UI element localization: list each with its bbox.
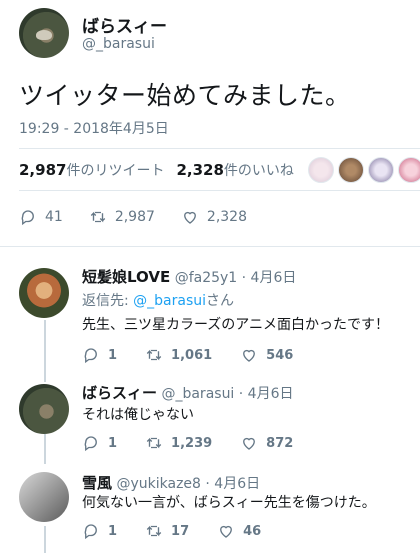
thread-line — [44, 434, 46, 464]
reply-count: 1 — [108, 435, 118, 451]
retweet-button[interactable]: 2,987 — [89, 208, 155, 226]
author-avatar[interactable] — [19, 8, 69, 58]
reply-display-name[interactable]: 短髪娘LOVE — [82, 268, 170, 286]
likes-count[interactable]: 2,328 — [176, 161, 223, 179]
like-count: 546 — [266, 347, 294, 363]
reply-icon — [84, 436, 97, 452]
liker-avatars — [308, 157, 420, 183]
tweet-text: ツイッター始めてみました。 — [19, 81, 351, 110]
reply-avatar[interactable] — [19, 268, 69, 318]
liker-avatar[interactable] — [308, 157, 334, 183]
avatar-bird-image — [36, 30, 52, 40]
engagement-stats: 2,987 件のリツイート 2,328 件のいいね — [19, 160, 306, 180]
reply-count: 41 — [45, 209, 63, 225]
retweets-label[interactable]: 件のリツイート — [66, 160, 164, 180]
reply-icon — [84, 524, 97, 540]
retweet-icon — [146, 437, 162, 449]
retweet-count: 1,239 — [171, 435, 213, 451]
reply-icon — [21, 210, 34, 226]
reply-button[interactable]: 1 — [82, 522, 117, 540]
divider — [19, 190, 420, 191]
retweet-button[interactable]: 1,061 — [145, 346, 212, 364]
heart-icon — [243, 349, 256, 362]
tweet-actions: 41 2,987 2,328 — [19, 208, 273, 226]
reply-text: 先生、三ツ星カラーズのアニメ面白かったです！ — [82, 317, 390, 333]
reply-header: 短髪娘LOVE @fa25y1 · 4月6日 — [82, 266, 296, 287]
heart-icon — [243, 437, 256, 450]
reply-handle[interactable]: @fa25y1 — [175, 270, 238, 286]
reply-text: それは俺じゃない — [82, 407, 194, 423]
author-handle[interactable]: @_barasui — [82, 36, 155, 52]
heart-icon — [220, 525, 233, 538]
reply-actions: 1 1,239 872 — [82, 434, 321, 452]
retweet-count: 1,061 — [171, 347, 213, 363]
reply-handle[interactable]: @yukikaze8 — [116, 476, 200, 492]
heart-icon — [183, 211, 196, 224]
retweets-count[interactable]: 2,987 — [19, 161, 66, 179]
reply-button[interactable]: 41 — [19, 208, 63, 226]
like-count: 872 — [266, 435, 294, 451]
like-button[interactable]: 2,328 — [181, 208, 247, 226]
reply-to-line: 返信先: @_barasuiさん — [82, 290, 234, 310]
liker-avatar[interactable] — [368, 157, 394, 183]
reply-actions: 1 17 46 — [82, 522, 289, 540]
reply-icon — [84, 348, 97, 364]
reply-avatar[interactable] — [19, 472, 69, 522]
divider — [19, 148, 420, 149]
reply-display-name[interactable]: ばらスィー — [82, 384, 157, 402]
retweet-button[interactable]: 17 — [145, 522, 189, 540]
reply-date[interactable]: · 4月6日 — [242, 270, 297, 286]
thread-line — [44, 320, 46, 382]
reply-button[interactable]: 1 — [82, 346, 117, 364]
reply-date[interactable]: · 4月6日 — [239, 386, 294, 402]
reply-display-name[interactable]: 雪風 — [82, 474, 112, 492]
reply-text: 何気ない一言が、ばらスィー先生を傷つけた。 — [82, 495, 376, 511]
reply-avatar[interactable] — [19, 384, 69, 434]
reply-to-suffix: さん — [206, 293, 235, 309]
author-display-name[interactable]: ばらスィー — [82, 12, 167, 37]
like-count: 2,328 — [206, 209, 248, 225]
reply-count: 1 — [108, 523, 118, 539]
like-button[interactable]: 872 — [240, 434, 293, 452]
reply-header: ばらスィー @_barasui · 4月6日 — [82, 382, 294, 403]
reply-button[interactable]: 1 — [82, 434, 117, 452]
like-count: 46 — [243, 523, 262, 539]
reply-actions: 1 1,061 546 — [82, 346, 321, 364]
divider — [0, 246, 420, 247]
retweet-icon — [146, 525, 162, 537]
liker-avatar[interactable] — [398, 157, 420, 183]
liker-avatar[interactable] — [338, 157, 364, 183]
likes-label[interactable]: 件のいいね — [224, 160, 294, 180]
retweet-count: 17 — [171, 523, 190, 539]
reply-header: 雪風 @yukikaze8 · 4月6日 — [82, 472, 260, 493]
retweet-button[interactable]: 1,239 — [145, 434, 212, 452]
retweet-count: 2,987 — [114, 209, 155, 225]
reply-to-handle[interactable]: @_barasui — [133, 293, 206, 309]
like-button[interactable]: 46 — [217, 522, 261, 540]
reply-to-prefix: 返信先: — [82, 293, 134, 309]
reply-date[interactable]: · 4月6日 — [205, 476, 260, 492]
reply-count: 1 — [108, 347, 118, 363]
retweet-icon — [90, 211, 106, 223]
thread-line — [44, 526, 46, 553]
retweet-icon — [146, 349, 162, 361]
like-button[interactable]: 546 — [240, 346, 293, 364]
reply-handle[interactable]: @_barasui — [161, 386, 234, 402]
tweet-timestamp[interactable]: 19:29 - 2018年4月5日 — [19, 118, 169, 138]
